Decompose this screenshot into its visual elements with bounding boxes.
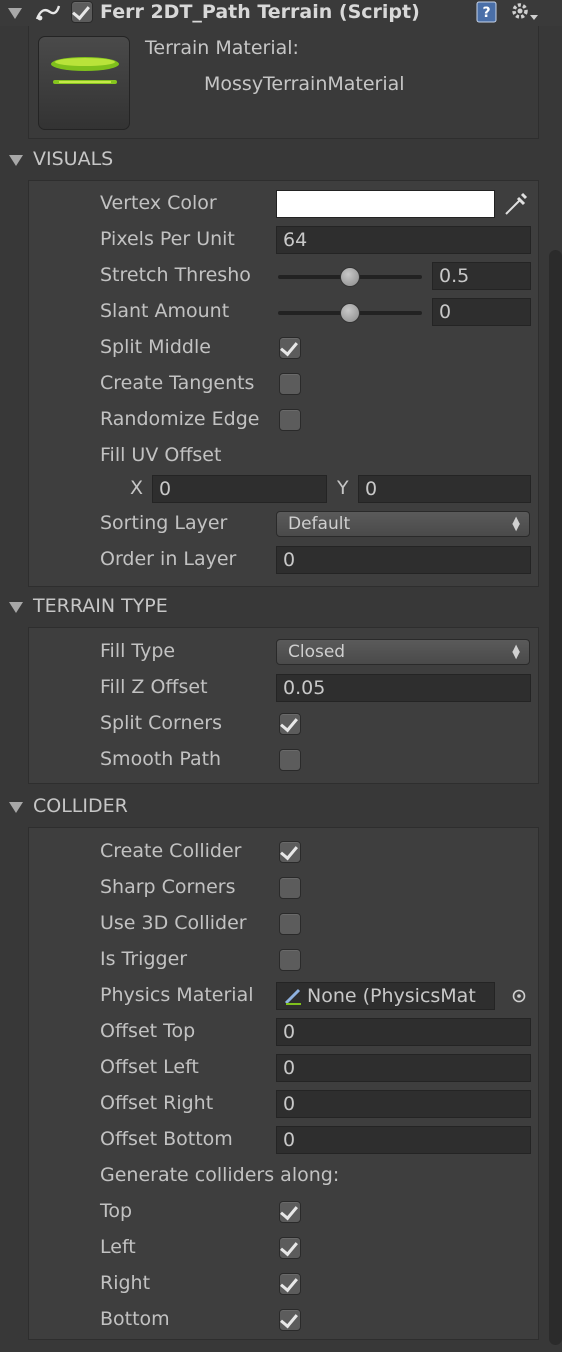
stretch-threshold-label: Stretch Thresho bbox=[100, 264, 251, 286]
fold-arrow-icon[interactable] bbox=[8, 8, 22, 19]
script-icon bbox=[35, 5, 61, 21]
offset-bottom-field[interactable]: 0 bbox=[276, 1126, 531, 1154]
scrollbar[interactable] bbox=[549, 250, 562, 1345]
sharp-corners-label: Sharp Corners bbox=[100, 876, 236, 898]
checkmark-icon bbox=[280, 1237, 298, 1257]
sorting-layer-value: Default bbox=[288, 514, 351, 534]
vertex-color-label: Vertex Color bbox=[100, 192, 217, 214]
collider-panel bbox=[28, 827, 539, 1340]
offset-top-field[interactable]: 0 bbox=[276, 1018, 531, 1046]
stretch-threshold-slider-knob[interactable] bbox=[340, 267, 360, 287]
eyedropper-icon[interactable] bbox=[502, 192, 528, 218]
fill-type-label: Fill Type bbox=[100, 640, 176, 662]
offset-bottom-label: Offset Bottom bbox=[100, 1128, 233, 1150]
sorting-layer-label: Sorting Layer bbox=[100, 512, 228, 534]
offset-top-label: Offset Top bbox=[100, 1020, 196, 1042]
gen-top-checkbox[interactable] bbox=[279, 1201, 301, 1223]
terrain-material-name[interactable]: MossyTerrainMaterial bbox=[204, 73, 405, 95]
collider-header[interactable]: COLLIDER bbox=[33, 795, 128, 817]
checkmark-icon bbox=[280, 1273, 298, 1293]
visuals-fold-icon[interactable] bbox=[9, 155, 23, 166]
dropdown-arrows-icon: ▲ ▼ bbox=[512, 643, 520, 661]
gen-right-checkbox[interactable] bbox=[279, 1273, 301, 1295]
gen-right-label: Right bbox=[100, 1272, 151, 1294]
svg-text:?: ? bbox=[482, 5, 490, 21]
help-icon[interactable]: ? bbox=[475, 1, 499, 23]
vertex-color-swatch[interactable] bbox=[276, 190, 495, 218]
gen-left-label: Left bbox=[100, 1236, 136, 1258]
moss-terrain-icon bbox=[51, 57, 119, 84]
slant-amount-slider-knob[interactable] bbox=[340, 303, 360, 323]
slant-amount-field[interactable]: 0 bbox=[432, 298, 531, 326]
checkmark-icon bbox=[280, 1201, 298, 1221]
split-corners-label: Split Corners bbox=[100, 712, 222, 734]
offset-left-field[interactable]: 0 bbox=[276, 1054, 531, 1082]
terrain-material-thumbnail[interactable] bbox=[38, 36, 130, 130]
smooth-path-checkbox[interactable] bbox=[279, 749, 301, 771]
smooth-path-label: Smooth Path bbox=[100, 748, 222, 770]
component-title: Ferr 2DT_Path Terrain (Script) bbox=[100, 1, 420, 23]
offset-right-field[interactable]: 0 bbox=[276, 1090, 531, 1118]
terrain-type-fold-icon[interactable] bbox=[9, 602, 23, 613]
gen-bottom-label: Bottom bbox=[100, 1308, 170, 1330]
offset-left-label: Offset Left bbox=[100, 1056, 199, 1078]
is-trigger-label: Is Trigger bbox=[100, 948, 188, 970]
is-trigger-checkbox[interactable] bbox=[279, 949, 301, 971]
order-in-layer-label: Order in Layer bbox=[100, 548, 237, 570]
create-collider-checkbox[interactable] bbox=[279, 841, 301, 863]
slant-amount-label: Slant Amount bbox=[100, 300, 230, 322]
gen-left-checkbox[interactable] bbox=[279, 1237, 301, 1259]
checkmark-icon bbox=[280, 337, 298, 357]
physics-material-label: Physics Material bbox=[100, 984, 254, 1006]
physics-material-value: None (PhysicsMat bbox=[307, 985, 476, 1007]
gear-icon[interactable] bbox=[508, 0, 540, 24]
terrain-type-header[interactable]: TERRAIN TYPE bbox=[33, 595, 168, 617]
gen-bottom-checkbox[interactable] bbox=[279, 1309, 301, 1331]
uv-y-label: Y bbox=[337, 477, 349, 499]
split-middle-label: Split Middle bbox=[100, 336, 211, 358]
sharp-corners-checkbox[interactable] bbox=[279, 877, 301, 899]
object-picker-icon[interactable] bbox=[510, 987, 528, 1005]
create-tangents-label: Create Tangents bbox=[100, 372, 255, 394]
split-corners-checkbox[interactable] bbox=[279, 713, 301, 735]
pixels-per-unit-field[interactable]: 64 bbox=[276, 226, 531, 254]
randomize-edge-label: Randomize Edge bbox=[100, 408, 260, 430]
physics-material-icon bbox=[284, 988, 301, 1005]
generate-along-label: Generate colliders along: bbox=[100, 1164, 340, 1186]
fill-type-value: Closed bbox=[288, 642, 346, 662]
sorting-layer-dropdown[interactable]: Default ▲ ▼ bbox=[276, 511, 530, 537]
checkmark-icon bbox=[72, 1, 90, 21]
checkmark-icon bbox=[280, 841, 298, 861]
create-tangents-checkbox[interactable] bbox=[279, 373, 301, 395]
component-enabled-checkbox[interactable] bbox=[71, 1, 93, 23]
collider-fold-icon[interactable] bbox=[9, 802, 23, 813]
physics-material-field[interactable]: None (PhysicsMat bbox=[276, 982, 495, 1010]
use-3d-collider-checkbox[interactable] bbox=[279, 913, 301, 935]
uv-y-field[interactable]: 0 bbox=[358, 475, 531, 503]
checkmark-icon bbox=[280, 1309, 298, 1329]
pixels-per-unit-label: Pixels Per Unit bbox=[100, 228, 235, 250]
offset-right-label: Offset Right bbox=[100, 1092, 214, 1114]
checkmark-icon bbox=[280, 713, 298, 733]
fill-z-offset-label: Fill Z Offset bbox=[100, 676, 208, 698]
fill-uv-offset-label: Fill UV Offset bbox=[100, 444, 222, 466]
randomize-edge-checkbox[interactable] bbox=[279, 409, 301, 431]
create-collider-label: Create Collider bbox=[100, 840, 242, 862]
order-in-layer-field[interactable]: 0 bbox=[276, 546, 531, 574]
visuals-header[interactable]: VISUALS bbox=[33, 148, 113, 170]
terrain-material-label: Terrain Material: bbox=[145, 37, 299, 59]
split-middle-checkbox[interactable] bbox=[279, 337, 301, 359]
uv-x-field[interactable]: 0 bbox=[152, 475, 327, 503]
fill-z-offset-field[interactable]: 0.05 bbox=[276, 674, 531, 702]
uv-x-label: X bbox=[130, 477, 144, 499]
use-3d-collider-label: Use 3D Collider bbox=[100, 912, 247, 934]
gen-top-label: Top bbox=[100, 1200, 133, 1222]
stretch-threshold-field[interactable]: 0.5 bbox=[432, 262, 531, 290]
fill-type-dropdown[interactable]: Closed ▲ ▼ bbox=[276, 639, 530, 665]
dropdown-arrows-icon: ▲ ▼ bbox=[512, 515, 520, 533]
